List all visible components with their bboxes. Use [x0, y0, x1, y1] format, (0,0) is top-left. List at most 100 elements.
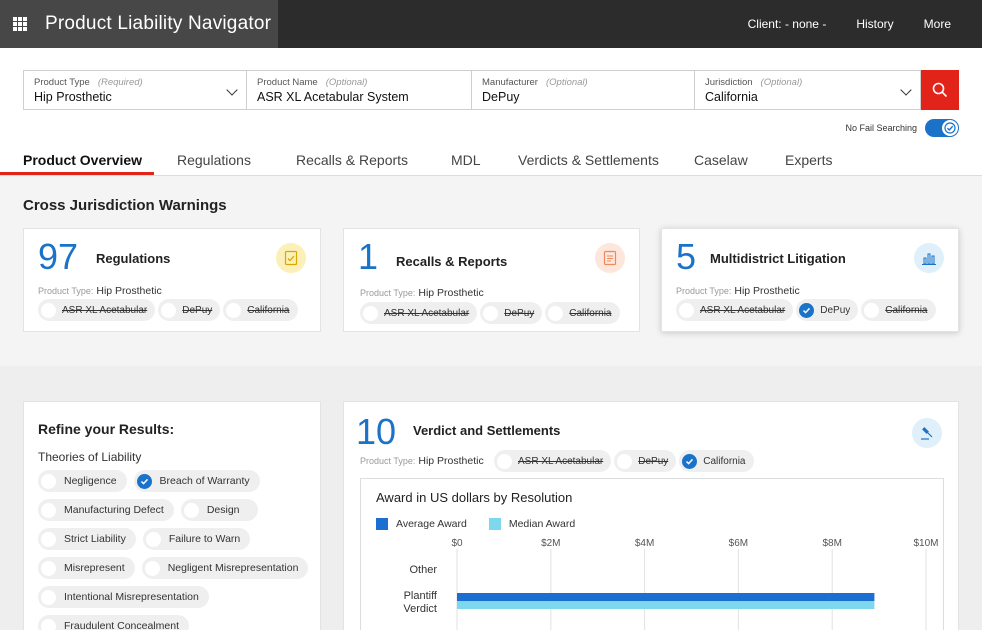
theory-chips: Negligence Breach of Warranty Manufactur… — [38, 470, 318, 630]
chip-jurisdiction[interactable]: California — [679, 450, 754, 472]
tab-regulations[interactable]: Regulations — [177, 152, 251, 168]
verdicts-count: 10 — [356, 411, 397, 452]
chip-strict-liability[interactable]: Strict Liability — [38, 528, 136, 550]
chip-manufacturing-defect[interactable]: Manufacturing Defect — [38, 499, 174, 521]
x-tick-label: $8M — [822, 538, 841, 549]
theories-label: Theories of Liability — [38, 450, 142, 464]
tab-recalls-reports[interactable]: Recalls & Reports — [296, 152, 408, 168]
top-nav: Client: - none - History More — [748, 0, 982, 48]
checklist-icon — [276, 243, 306, 273]
filter-chips: ASR XL Acetabular DePuy California — [676, 299, 939, 321]
x-tick-label: $2M — [541, 538, 560, 549]
chip-manufacturer[interactable]: DePuy — [480, 302, 543, 324]
chip-jurisdiction[interactable]: California — [223, 299, 298, 321]
chip-fraudulent-concealment[interactable]: Fraudulent Concealment — [38, 615, 189, 630]
chip-breach-of-warranty[interactable]: Breach of Warranty — [133, 470, 260, 492]
y-category-label: Plantiff Verdict — [403, 590, 438, 615]
x-tick-label: $6M — [729, 538, 748, 549]
bar-chart-icon — [914, 243, 944, 273]
client-menu[interactable]: Client: - none - — [748, 17, 827, 31]
search-button[interactable] — [921, 70, 959, 110]
no-fail-searching: No Fail Searching — [845, 119, 959, 137]
product-type-select[interactable]: Product Type (Required) Hip Prosthetic — [23, 70, 246, 110]
product-type-line: Product Type: Hip Prosthetic — [360, 287, 484, 299]
product-name-label: Product Name (Optional) — [257, 77, 368, 88]
regulations-card-title: Regulations — [96, 251, 171, 266]
filter-chips: ASR XL Acetabular DePuy California — [38, 299, 301, 321]
verdicts-title: Verdict and Settlements — [413, 423, 561, 438]
product-name-value: ASR XL Acetabular System — [257, 90, 409, 104]
chip-manufacturer[interactable]: DePuy — [158, 299, 221, 321]
regulations-card[interactable]: 97 Regulations Product Type: Hip Prosthet… — [23, 228, 321, 332]
tab-verdicts-settlements[interactable]: Verdicts & Settlements — [518, 152, 659, 168]
recalls-card[interactable]: 1 Recalls & Reports Product Type: Hip Pro… — [343, 228, 640, 332]
chip-manufacturer[interactable]: DePuy — [614, 450, 677, 472]
product-type-line: Product Type: Hip Prosthetic — [38, 285, 162, 297]
filter-chips: ASR XL Acetabular DePuy California — [494, 450, 757, 472]
x-tick-label: $10M — [913, 538, 938, 549]
history-link[interactable]: History — [856, 17, 893, 31]
chip-design[interactable]: Design — [180, 499, 258, 521]
chip-product-name[interactable]: ASR XL Acetabular — [360, 302, 478, 324]
chart-plot: $0 $2M $4M $6M $8M $10M Other Plantiff Verdict — [403, 538, 939, 630]
x-tick-label: $0 — [451, 538, 463, 549]
tab-experts[interactable]: Experts — [785, 152, 832, 168]
tab-product-overview[interactable]: Product Overview — [23, 152, 142, 168]
manufacturer-field[interactable]: Manufacturer (Optional) DePuy — [471, 70, 694, 110]
no-fail-label: No Fail Searching — [845, 123, 917, 133]
chip-negligent-misrepresentation[interactable]: Negligent Misrepresentation — [141, 557, 309, 579]
recalls-card-title: Recalls & Reports — [396, 254, 508, 269]
jurisdiction-value: California — [705, 90, 758, 104]
checkmark-icon — [682, 453, 698, 469]
document-icon — [595, 243, 625, 273]
tab-bar: Product Overview Regulations Recalls & R… — [0, 146, 982, 176]
x-tick-label: $4M — [635, 538, 654, 549]
search-bar: Product Type (Required) Hip Prosthetic Pr… — [23, 70, 959, 110]
bar-median-award — [457, 601, 875, 609]
product-type-value: Hip Prosthetic — [34, 90, 112, 104]
chip-misrepresent[interactable]: Misrepresent — [38, 557, 135, 579]
active-tab-indicator — [0, 172, 154, 175]
product-name-field[interactable]: Product Name (Optional) ASR XL Acetabular… — [246, 70, 471, 110]
mdl-card-title: Multidistrict Litigation — [710, 251, 846, 266]
refine-panel: Refine your Results: Theories of Liabili… — [23, 401, 321, 630]
chip-negligence[interactable]: Negligence — [38, 470, 127, 492]
chip-product-name[interactable]: ASR XL Acetabular — [38, 299, 156, 321]
apps-grid-icon[interactable] — [13, 17, 27, 31]
jurisdiction-label: Jurisdiction (Optional) — [705, 77, 803, 88]
product-type-line: Product Type: Hip Prosthetic — [360, 455, 484, 467]
chip-product-name[interactable]: ASR XL Acetabular — [676, 299, 794, 321]
chip-manufacturer[interactable]: DePuy — [796, 299, 859, 321]
chip-product-name[interactable]: ASR XL Acetabular — [494, 450, 612, 472]
app-title: Product Liability Navigator — [45, 13, 272, 34]
product-type-label: Product Type (Required) — [34, 77, 143, 88]
chip-failure-to-warn[interactable]: Failure to Warn — [142, 528, 251, 550]
manufacturer-label: Manufacturer (Optional) — [482, 77, 588, 88]
check-icon — [942, 120, 958, 136]
search-icon — [932, 82, 948, 98]
regulations-count: 97 — [38, 236, 79, 277]
mdl-card[interactable]: 5 Multidistrict Litigation Product Type:… — [661, 228, 959, 332]
checkmark-icon — [136, 473, 152, 489]
award-chart: Award in US dollars by Resolution Averag… — [360, 478, 944, 630]
y-category-label: Other — [409, 564, 437, 576]
chip-intentional-misrepresentation[interactable]: Intentional Misrepresentation — [38, 586, 209, 608]
filter-chips: ASR XL Acetabular DePuy California — [360, 302, 623, 324]
tab-caselaw[interactable]: Caselaw — [694, 152, 748, 168]
top-bar: Product Liability Navigator Client: - no… — [0, 0, 982, 48]
chip-jurisdiction[interactable]: California — [861, 299, 936, 321]
tab-mdl[interactable]: MDL — [451, 152, 481, 168]
mdl-count: 5 — [676, 236, 697, 277]
recalls-count: 1 — [358, 236, 379, 277]
more-menu[interactable]: More — [924, 17, 951, 31]
checkmark-icon — [799, 302, 815, 318]
warnings-title: Cross Jurisdiction Warnings — [23, 197, 227, 214]
no-fail-toggle[interactable] — [925, 119, 959, 137]
refine-title: Refine your Results: — [38, 421, 175, 437]
gavel-icon — [912, 418, 942, 448]
manufacturer-value: DePuy — [482, 90, 520, 104]
bar-average-award — [457, 593, 875, 601]
jurisdiction-select[interactable]: Jurisdiction (Optional) California — [694, 70, 921, 110]
verdicts-panel: 10 Verdict and Settlements Product Type:… — [343, 401, 959, 630]
chip-jurisdiction[interactable]: California — [545, 302, 620, 324]
